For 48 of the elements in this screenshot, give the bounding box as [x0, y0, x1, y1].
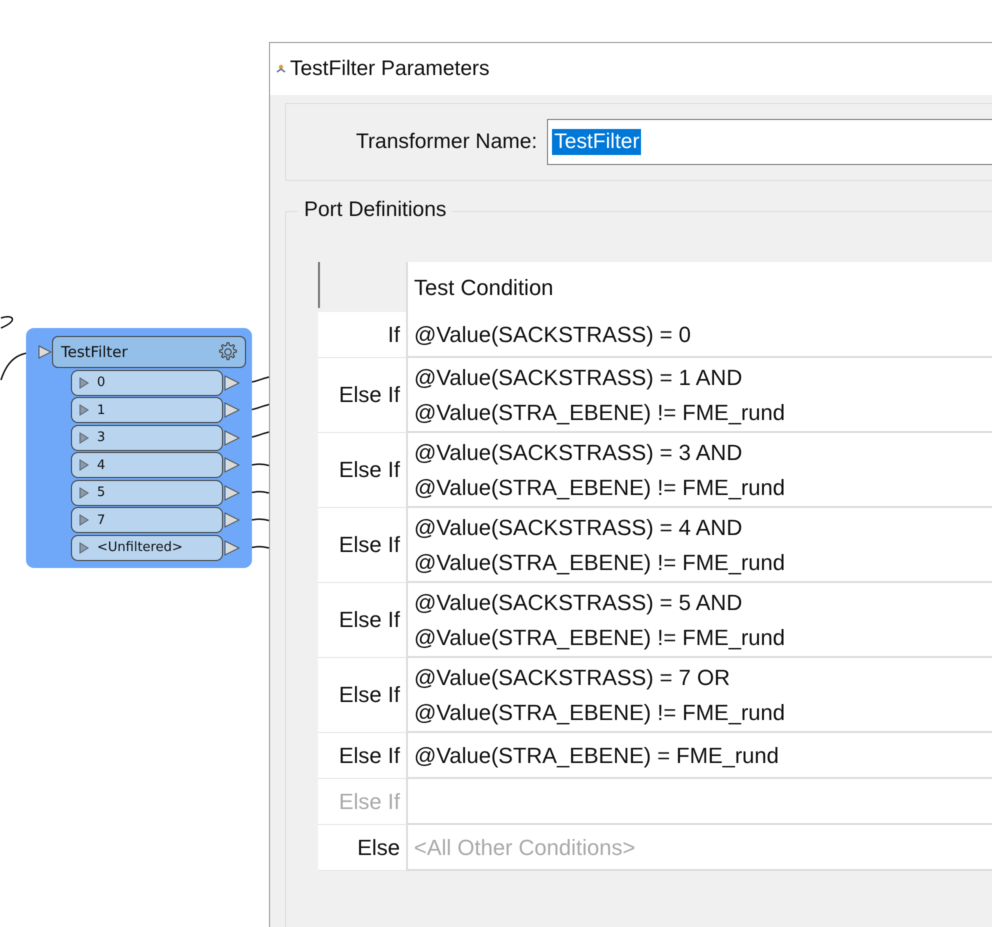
condition-cell[interactable]: @Value(SACKSTRASS) = 7 OR @Value(STRA_EBENE) != FME_rund	[406, 658, 992, 733]
row-label: Else If	[318, 583, 406, 658]
expand-icon[interactable]	[79, 486, 89, 498]
expand-icon[interactable]	[79, 376, 89, 388]
row-label: Else	[318, 825, 406, 871]
output-port[interactable]: 1	[71, 397, 223, 423]
output-port-icon[interactable]	[224, 484, 240, 500]
expand-icon[interactable]	[79, 514, 89, 526]
dialog-title: TestFilter Parameters	[290, 57, 490, 81]
settings-icon[interactable]	[217, 341, 239, 363]
row-label: Else If	[318, 733, 406, 779]
output-port-icon[interactable]	[224, 374, 240, 390]
condition-cell[interactable]: @Value(SACKSTRASS) = 3 AND @Value(STRA_EBENE) != FME_rund	[406, 433, 992, 508]
transformer-name-field[interactable]: TestFilter	[547, 119, 992, 165]
output-port-icon[interactable]	[224, 402, 240, 418]
condition-cell[interactable]	[406, 779, 992, 825]
condition-cell[interactable]: @Value(SACKSTRASS) = 5 AND @Value(STRA_EBENE) != FME_rund	[406, 583, 992, 658]
output-port-icon[interactable]	[224, 430, 240, 446]
output-port[interactable]: 4	[71, 452, 223, 478]
expand-icon[interactable]	[79, 432, 89, 444]
output-port-icon[interactable]	[224, 457, 240, 473]
output-port-icon[interactable]	[224, 512, 240, 528]
output-port[interactable]: 5	[71, 480, 223, 506]
expand-icon[interactable]	[79, 542, 89, 554]
row-label: Else If	[318, 779, 406, 825]
transformer-node[interactable]: TestFilter 0 1 3 4 5 7 <Unfiltered>	[26, 328, 252, 568]
row-label: Else If	[318, 433, 406, 508]
output-port[interactable]: <Unfiltered>	[71, 534, 223, 560]
row-label: Else If	[318, 658, 406, 733]
output-port[interactable]: 0	[71, 370, 223, 396]
column-header: Test Condition	[406, 262, 992, 312]
output-port[interactable]: 3	[71, 424, 223, 450]
row-label: If	[318, 312, 406, 358]
output-port-icon[interactable]	[224, 540, 240, 556]
app-icon	[276, 64, 286, 74]
node-header[interactable]: TestFilter	[52, 336, 246, 368]
condition-cell[interactable]: @Value(SACKSTRASS) = 4 AND @Value(STRA_EBENE) != FME_rund	[406, 508, 992, 583]
output-port[interactable]: 7	[71, 507, 223, 533]
condition-cell[interactable]: @Value(SACKSTRASS) = 0	[406, 312, 992, 358]
condition-cell[interactable]: @Value(SACKSTRASS) = 1 AND @Value(STRA_EBENE) != FME_rund	[406, 358, 992, 433]
expand-icon[interactable]	[79, 404, 89, 416]
condition-cell[interactable]: @Value(STRA_EBENE) = FME_rund	[406, 733, 992, 779]
input-port-icon[interactable]	[38, 345, 52, 359]
row-label: Else If	[318, 508, 406, 583]
node-title: TestFilter	[61, 343, 129, 361]
expand-icon[interactable]	[79, 459, 89, 471]
transformer-name-label: Transformer Name:	[356, 130, 538, 154]
row-label: Else If	[318, 358, 406, 433]
